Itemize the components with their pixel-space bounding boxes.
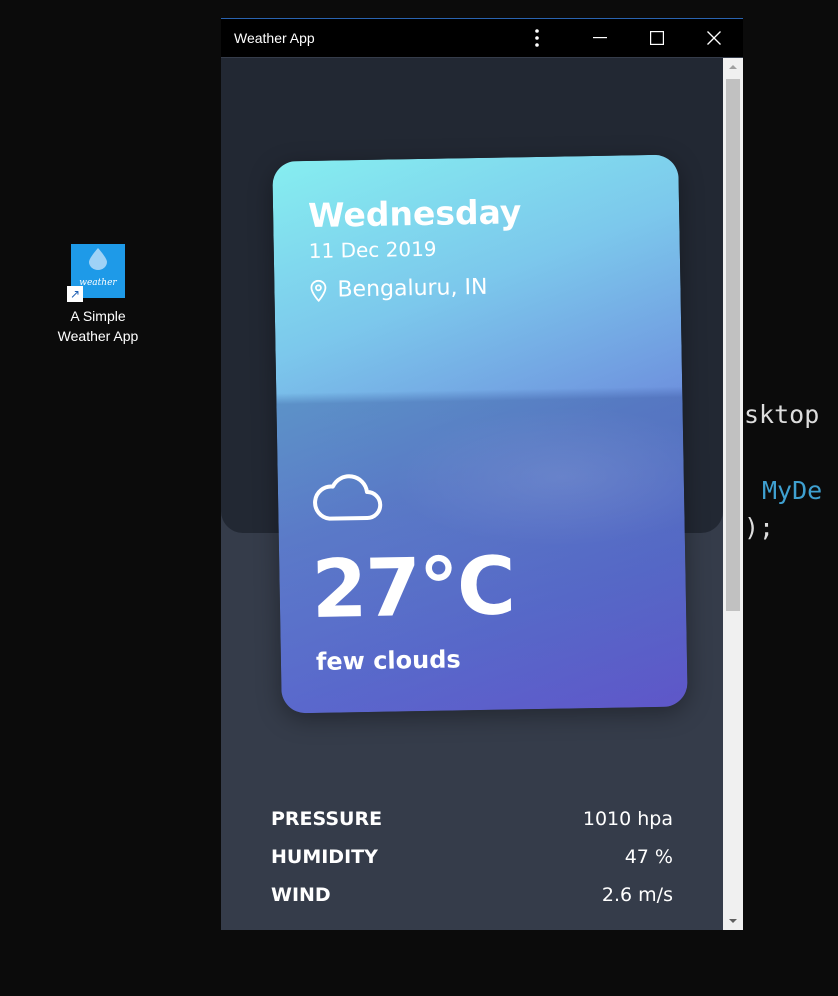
weather-app-icon: weather ↗ [67, 244, 125, 302]
minimize-icon [593, 37, 607, 39]
more-icon [535, 29, 539, 47]
weather-card: Wednesday 11 Dec 2019 Bengaluru, IN 27°C… [272, 154, 688, 714]
location: Bengaluru, IN [309, 274, 488, 303]
maximize-button[interactable] [634, 19, 680, 57]
day-name: Wednesday [307, 192, 522, 235]
title-bar[interactable]: Weather App [221, 19, 743, 57]
stat-row-pressure: PRESSURE 1010 hpa [271, 808, 673, 846]
code-line: sktop [744, 400, 820, 429]
stat-label: PRESSURE [271, 808, 383, 830]
weather-description: few clouds [315, 645, 461, 676]
desktop-shortcut-weather-app[interactable]: weather ↗ A Simple Weather App [48, 244, 148, 346]
minimize-button[interactable] [577, 19, 623, 57]
shortcut-label: A Simple Weather App [57, 308, 139, 344]
scroll-up-button[interactable] [723, 58, 743, 76]
stat-value: 47 % [624, 846, 673, 868]
water-drop-icon [89, 248, 107, 270]
maximize-icon [650, 31, 664, 45]
scrollbar-thumb[interactable] [726, 79, 740, 611]
stat-row-humidity: HUMIDITY 47 % [271, 846, 673, 884]
code-line: MyDe [762, 476, 823, 505]
code-line: ); [744, 513, 775, 542]
weather-stats: PRESSURE 1010 hpa HUMIDITY 47 % WIND 2.6… [271, 808, 673, 922]
weather-app-window: Weather App Wednesday 11 Dec 2019 Bengal… [221, 18, 743, 930]
stat-row-wind: WIND 2.6 m/s [271, 884, 673, 922]
window-title: Weather App [234, 30, 315, 46]
scroll-down-button[interactable] [723, 912, 743, 930]
location-pin-icon [310, 279, 327, 302]
shortcut-arrow-icon: ↗ [67, 286, 83, 302]
app-content: Wednesday 11 Dec 2019 Bengaluru, IN 27°C… [221, 58, 723, 930]
temperature: 27°C [310, 539, 515, 636]
location-name: Bengaluru, IN [337, 274, 488, 303]
stat-label: HUMIDITY [271, 846, 378, 868]
stat-value: 2.6 m/s [601, 884, 673, 906]
stat-value: 1010 hpa [582, 808, 673, 830]
stat-label: WIND [271, 884, 331, 906]
date: 11 Dec 2019 [308, 236, 437, 263]
close-icon [707, 31, 721, 45]
scroll-up-arrow-icon [729, 65, 737, 69]
vertical-scrollbar[interactable] [723, 58, 743, 930]
scroll-down-arrow-icon [729, 919, 737, 923]
cloud-icon [313, 474, 383, 521]
close-button[interactable] [691, 19, 737, 57]
more-options-button[interactable] [514, 19, 560, 57]
